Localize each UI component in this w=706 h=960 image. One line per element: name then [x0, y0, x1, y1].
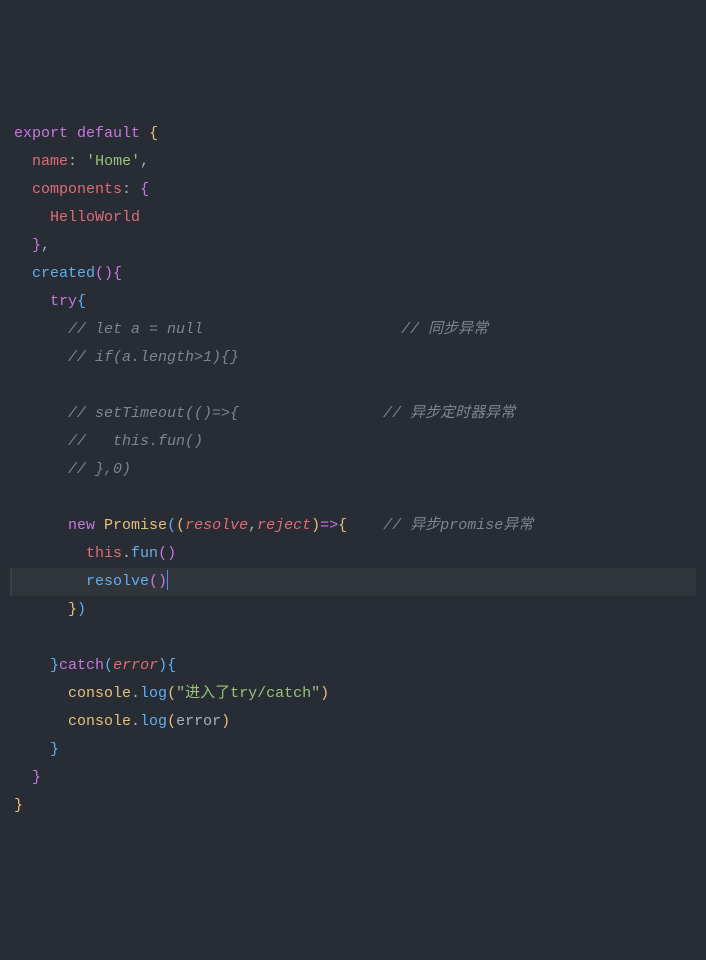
method-log: log — [140, 685, 167, 702]
paren: ( — [167, 517, 176, 534]
brace: } — [50, 657, 59, 674]
comment: // 同步异常 — [401, 321, 488, 338]
comment: // setTimeout(()=>{ — [68, 405, 239, 422]
comma: , — [41, 237, 50, 254]
code-line-7: try{ — [10, 288, 696, 316]
code-line-8: // let a = null // 同步异常 — [10, 316, 696, 344]
function-resolve: resolve — [86, 573, 149, 590]
code-line-20: } — [10, 736, 696, 764]
code-line-blank-2 — [10, 484, 696, 512]
brace: { — [167, 657, 176, 674]
brace: } — [68, 601, 77, 618]
paren: ) — [221, 713, 230, 730]
paren: ( — [167, 713, 176, 730]
param-error: error — [113, 657, 158, 674]
code-line-12: // },0) — [10, 456, 696, 484]
code-line-21: } — [10, 764, 696, 792]
keyword-export: export — [14, 125, 68, 142]
comment: // this.fun() — [68, 433, 203, 450]
brace: } — [14, 797, 23, 814]
paren: ( — [104, 657, 113, 674]
brace: { — [140, 181, 149, 198]
dot: . — [131, 713, 140, 730]
class-promise: Promise — [104, 517, 167, 534]
dot: . — [122, 545, 131, 562]
comment: // 异步promise异常 — [383, 517, 533, 534]
parens: () — [95, 265, 113, 282]
keyword-try: try — [50, 293, 77, 310]
paren: ) — [311, 517, 320, 534]
code-line-19: console.log(error) — [10, 708, 696, 736]
code-line-15-active: resolve() — [10, 568, 696, 596]
string-literal: "进入了try/catch" — [176, 685, 320, 702]
code-editor[interactable]: export default { name: 'Home', component… — [10, 120, 696, 820]
comment: // let a = null — [68, 321, 203, 338]
cursor — [167, 570, 168, 590]
brace: } — [32, 237, 41, 254]
brace: { — [338, 517, 347, 534]
console-object: console — [68, 713, 131, 730]
paren: ( — [176, 517, 185, 534]
code-line-blank-3 — [10, 624, 696, 652]
arrow: => — [320, 517, 338, 534]
code-line-4: HelloWorld — [10, 204, 696, 232]
code-line-blank-1 — [10, 372, 696, 400]
identifier-error: error — [176, 713, 221, 730]
code-line-17: }catch(error){ — [10, 652, 696, 680]
code-line-5: }, — [10, 232, 696, 260]
code-line-22: } — [10, 792, 696, 820]
paren: ) — [158, 657, 167, 674]
keyword-this: this — [86, 545, 122, 562]
code-line-13: new Promise((resolve,reject)=>{ // 异步pro… — [10, 512, 696, 540]
code-line-18: console.log("进入了try/catch") — [10, 680, 696, 708]
parens: () — [158, 545, 176, 562]
brace: { — [113, 265, 122, 282]
dot: . — [131, 685, 140, 702]
keyword-new: new — [68, 517, 95, 534]
code-line-10: // setTimeout(()=>{ // 异步定时器异常 — [10, 400, 696, 428]
console-object: console — [68, 685, 131, 702]
brace: { — [149, 125, 158, 142]
paren: ( — [167, 685, 176, 702]
param-reject: reject — [257, 517, 311, 534]
method-created: created — [32, 265, 95, 282]
comment: // },0) — [68, 461, 131, 478]
brace: { — [77, 293, 86, 310]
comment: // 异步定时器异常 — [383, 405, 515, 422]
method-log: log — [140, 713, 167, 730]
code-line-6: created(){ — [10, 260, 696, 288]
brace: } — [32, 769, 41, 786]
identifier: HelloWorld — [50, 209, 140, 226]
colon: : — [68, 153, 77, 170]
code-line-14: this.fun() — [10, 540, 696, 568]
property-name: name — [32, 153, 68, 170]
comma: , — [248, 517, 257, 534]
paren: ) — [320, 685, 329, 702]
code-line-16: }) — [10, 596, 696, 624]
param-resolve: resolve — [185, 517, 248, 534]
parens: () — [149, 573, 167, 590]
code-line-2: name: 'Home', — [10, 148, 696, 176]
method-fun: fun — [131, 545, 158, 562]
keyword-default: default — [77, 125, 140, 142]
keyword-catch: catch — [59, 657, 104, 674]
code-line-9: // if(a.length>1){} — [10, 344, 696, 372]
string-literal: 'Home' — [86, 153, 140, 170]
code-line-11: // this.fun() — [10, 428, 696, 456]
paren: ) — [77, 601, 86, 618]
comment: // if(a.length>1){} — [68, 349, 239, 366]
colon: : — [122, 181, 131, 198]
code-line-3: components: { — [10, 176, 696, 204]
code-line-1: export default { — [10, 120, 696, 148]
comma: , — [140, 153, 149, 170]
brace: } — [50, 741, 59, 758]
property-components: components — [32, 181, 122, 198]
